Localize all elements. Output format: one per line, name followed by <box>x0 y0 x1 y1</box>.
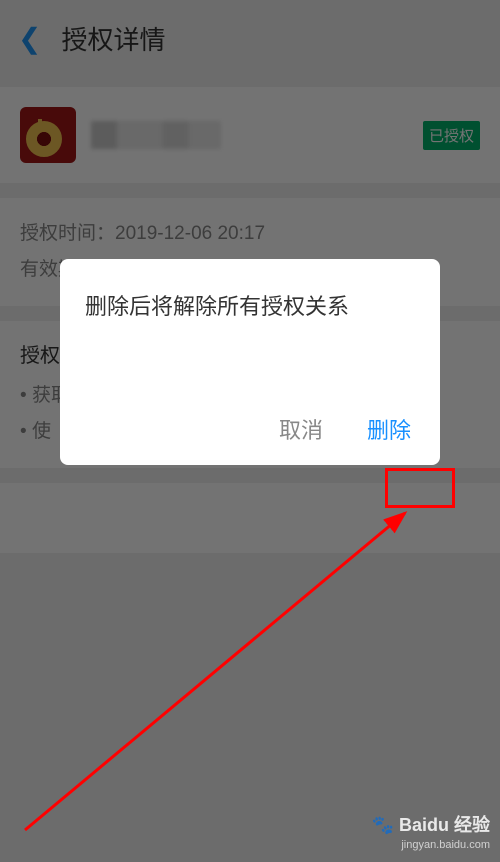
dialog-actions: 取消 删除 <box>85 411 415 447</box>
confirm-dialog: 删除后将解除所有授权关系 取消 删除 <box>60 259 440 465</box>
cancel-button[interactable]: 取消 <box>279 413 323 445</box>
paw-icon: 🐾 <box>372 814 394 837</box>
watermark: 🐾 Baidu 经验 jingyan.baidu.com <box>372 814 490 852</box>
watermark-url: jingyan.baidu.com <box>372 838 490 852</box>
watermark-brand: Baidu 经验 <box>399 815 490 835</box>
dialog-message: 删除后将解除所有授权关系 <box>85 289 415 321</box>
delete-button[interactable]: 删除 <box>363 411 415 447</box>
